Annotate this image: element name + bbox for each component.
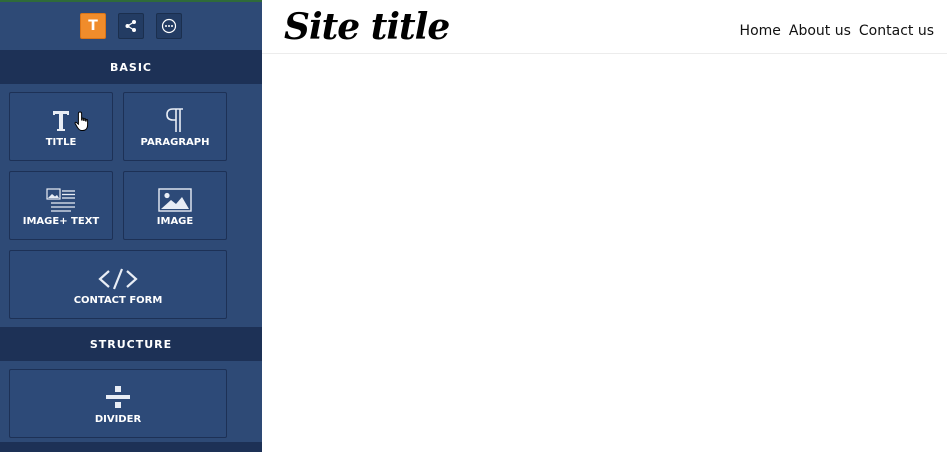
- block-paragraph[interactable]: PARAGRAPH: [123, 92, 227, 161]
- site-preview: Site title Home About us Contact us: [262, 0, 947, 452]
- sidebar-toolbar: T: [0, 2, 262, 50]
- more-icon: [161, 18, 177, 34]
- nav-link-home[interactable]: Home: [740, 23, 781, 39]
- basic-blocks: TITLE PARAGRAPH IMAGE+ TEXT IMAGE CONTAC…: [0, 84, 262, 327]
- block-label: TITLE: [45, 137, 77, 148]
- title-icon: [53, 111, 69, 131]
- text-icon: T: [88, 18, 98, 34]
- divider-icon: [106, 386, 130, 408]
- block-divider[interactable]: DIVIDER: [9, 369, 227, 438]
- nav-link-about-us[interactable]: About us: [789, 23, 851, 39]
- block-title[interactable]: TITLE: [9, 92, 113, 161]
- nav-link-contact-us[interactable]: Contact us: [859, 23, 934, 39]
- share-tool-button[interactable]: [118, 13, 144, 39]
- more-tool-button[interactable]: [156, 13, 182, 39]
- hand-cursor-icon: [74, 111, 89, 131]
- block-contact-form[interactable]: CONTACT FORM: [9, 250, 227, 319]
- sidebar-bottom-divider: [0, 442, 262, 452]
- structure-blocks: DIVIDER: [0, 361, 262, 446]
- image-text-icon: [46, 188, 75, 212]
- site-header: Site title Home About us Contact us: [262, 0, 947, 54]
- block-image[interactable]: IMAGE: [123, 171, 227, 240]
- section-header-structure: STRUCTURE: [0, 327, 262, 361]
- site-title[interactable]: Site title: [284, 6, 450, 48]
- code-icon: [98, 268, 138, 290]
- image-icon: [158, 188, 192, 212]
- block-label: DIVIDER: [94, 414, 142, 425]
- editor-sidebar: T BASIC TITLE PARAGRAPH IMAGE+ TEXT IMAG…: [0, 0, 262, 452]
- text-tool-button[interactable]: T: [80, 13, 106, 39]
- site-nav: Home About us Contact us: [740, 23, 934, 39]
- block-label: IMAGE+ TEXT: [22, 216, 100, 227]
- section-header-basic: BASIC: [0, 50, 262, 84]
- paragraph-icon: [166, 108, 183, 132]
- block-label: CONTACT FORM: [73, 295, 163, 306]
- block-label: IMAGE: [156, 216, 194, 227]
- share-icon: [125, 20, 136, 32]
- block-label: PARAGRAPH: [140, 137, 210, 148]
- block-image-text[interactable]: IMAGE+ TEXT: [9, 171, 113, 240]
